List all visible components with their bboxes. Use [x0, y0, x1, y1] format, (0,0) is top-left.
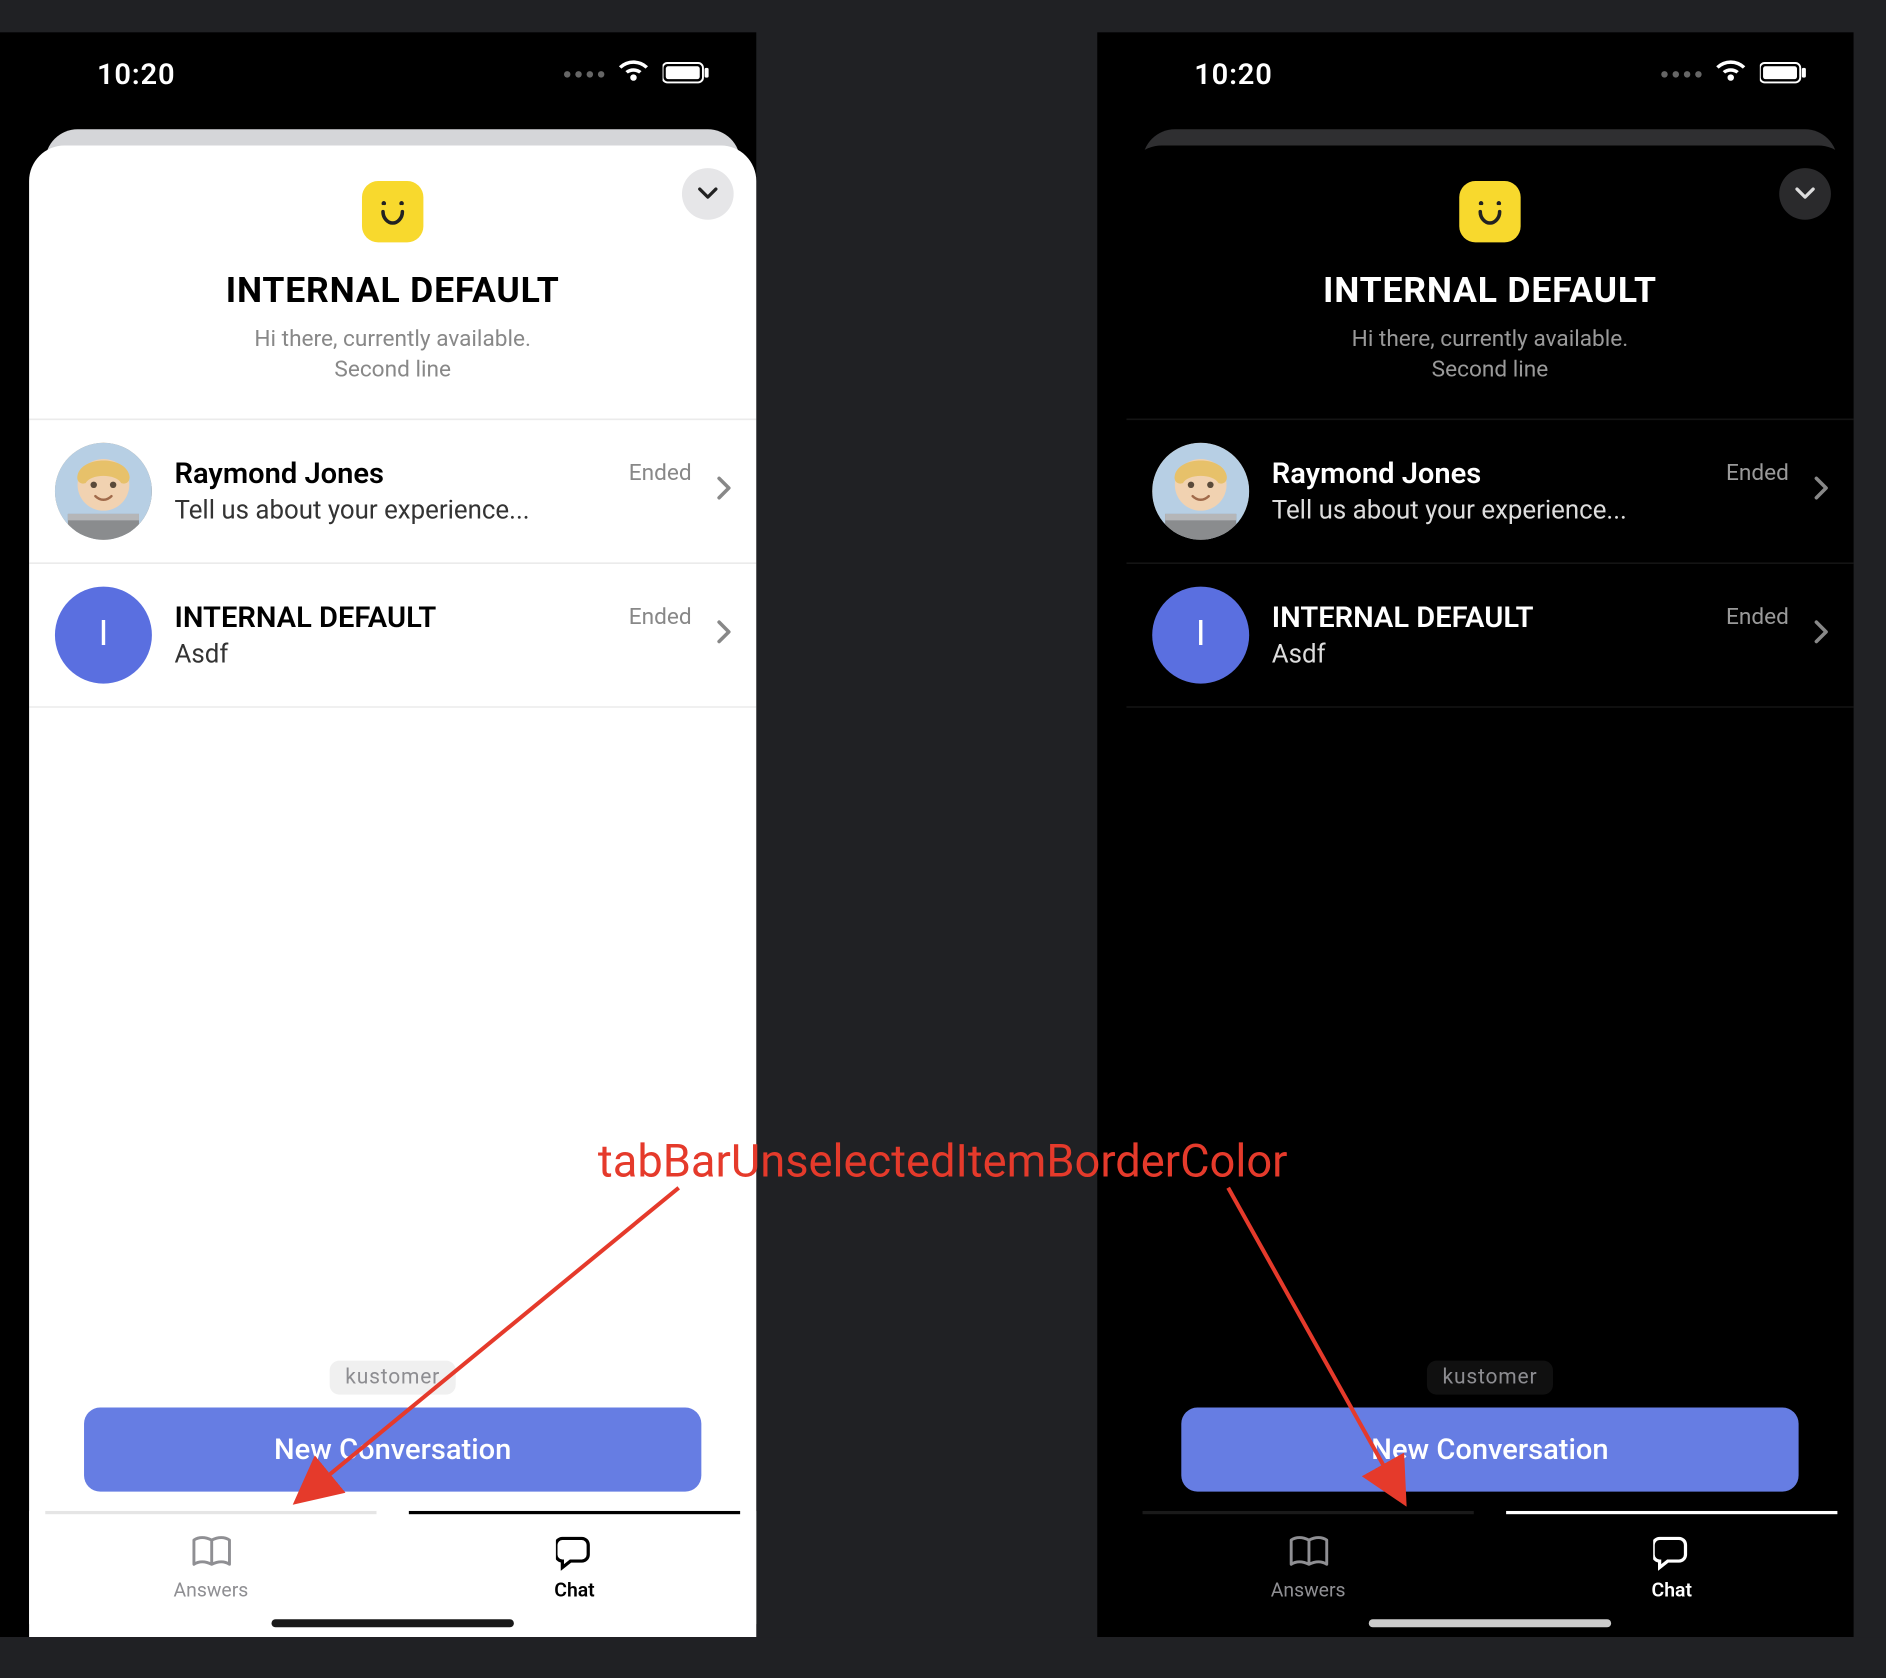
annotation-arrow-right	[0, 0, 1886, 1637]
